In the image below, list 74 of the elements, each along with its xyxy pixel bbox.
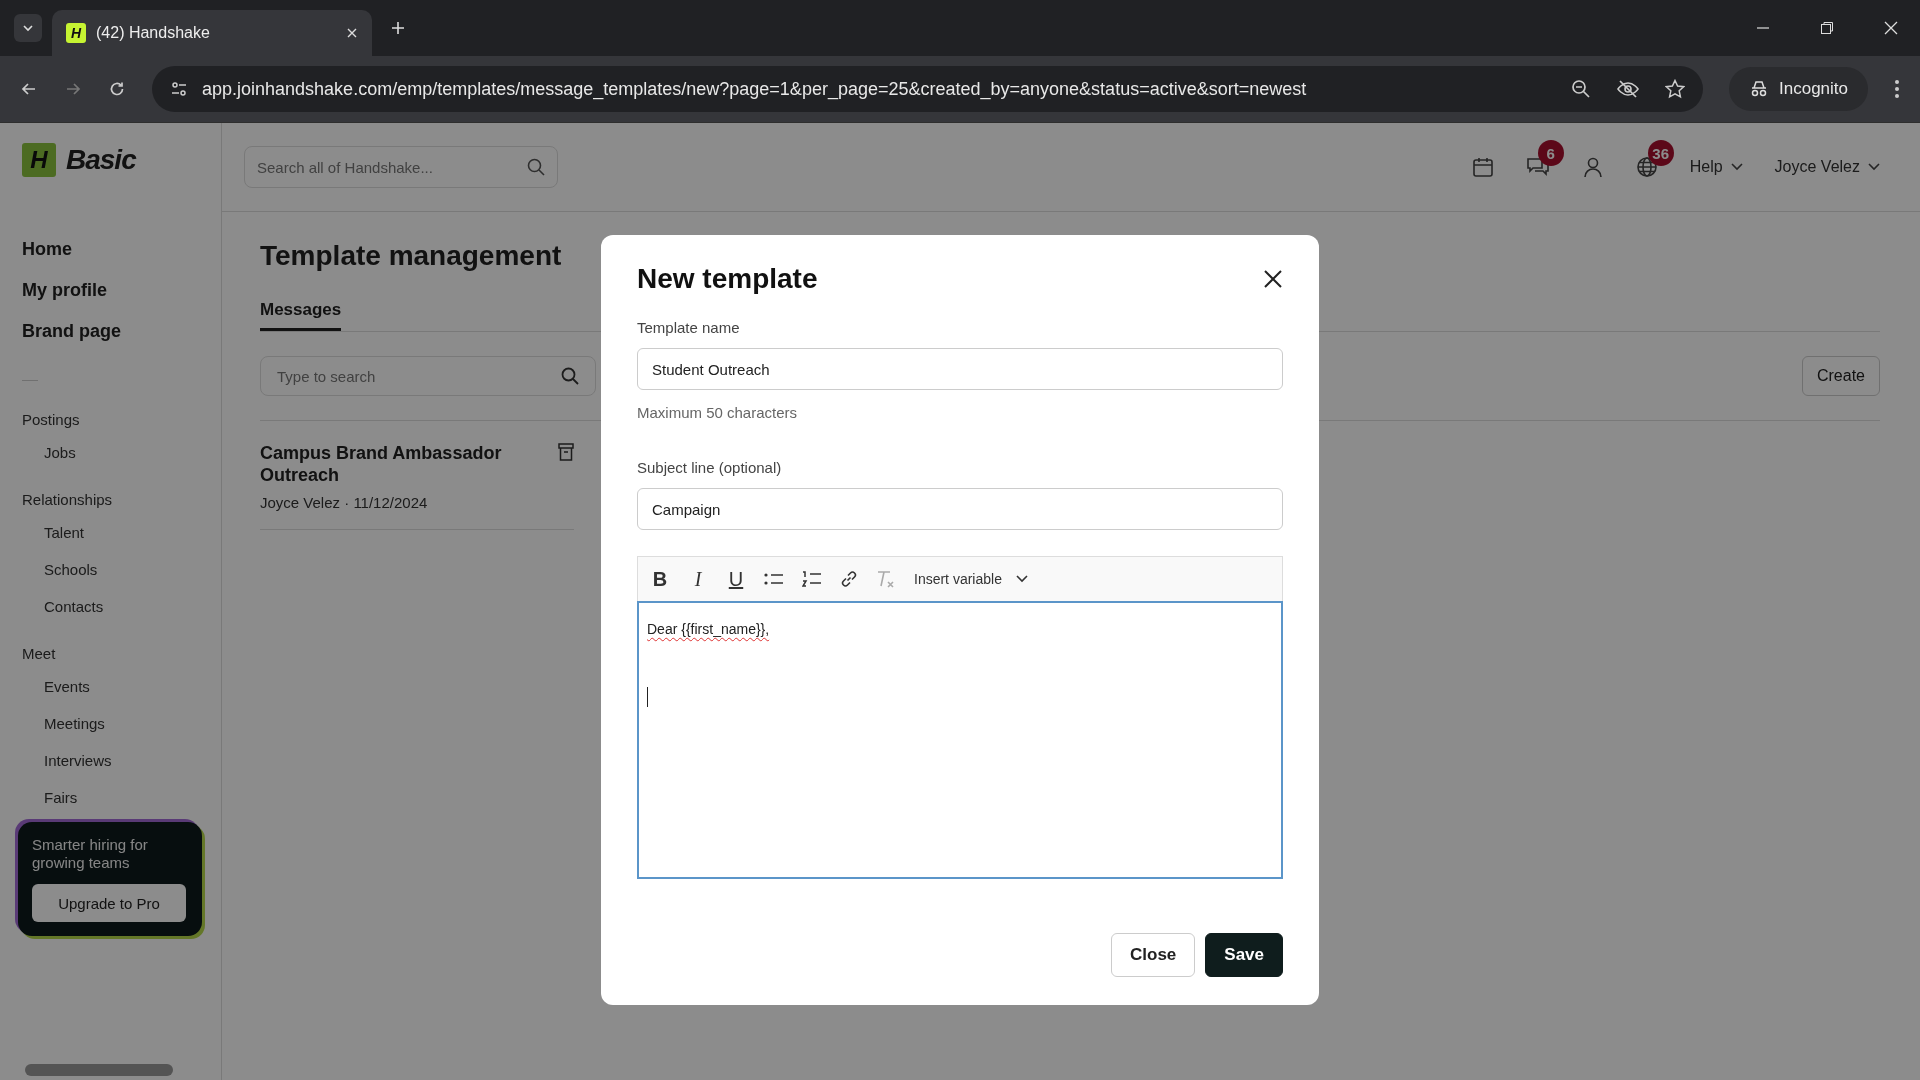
user-menu[interactable]: Joyce Velez: [1774, 158, 1880, 176]
search-field[interactable]: Search all of Handshake...: [244, 146, 558, 188]
tab-title: (42) Handshake: [96, 24, 211, 42]
save-button[interactable]: Save: [1205, 933, 1283, 977]
template-meta: Joyce Velez · 11/12/2024: [260, 494, 429, 512]
link-icon[interactable]: [840, 570, 858, 588]
nav-link[interactable]: Jobs: [44, 444, 221, 461]
nav-link[interactable]: Events: [44, 678, 221, 695]
nav-link[interactable]: Contacts: [44, 598, 221, 615]
nav-link[interactable]: Fairs: [44, 789, 221, 806]
input-field[interactable]: Campaign: [637, 488, 1283, 530]
reload-icon[interactable]: [108, 80, 126, 98]
nav-link[interactable]: Interviews: [44, 752, 221, 769]
italic-button[interactable]: I: [688, 567, 708, 591]
restore-icon[interactable]: [1820, 21, 1834, 35]
template-title[interactable]: Campus Brand Ambassador Outreach: [260, 443, 510, 487]
caret-icon: [1868, 163, 1880, 171]
caret-icon: [1015, 575, 1028, 583]
address-bar[interactable]: app.joinhandshake.com/emp/templates/message_templates/new?page=1&per_page=25&created_by=anyone&status=active&sort=newest: [152, 66, 1703, 112]
notification-badge: 6: [1537, 140, 1564, 166]
nav-link[interactable]: Brand page: [22, 321, 221, 342]
promo-text: Smarter hiring for growing teams: [32, 836, 149, 872]
zoom-icon[interactable]: [1571, 79, 1591, 99]
browser-tab[interactable]: H (42) Handshake: [52, 10, 372, 56]
bold-button[interactable]: B: [650, 567, 670, 591]
incognito-button[interactable]: Incognito: [1729, 67, 1868, 111]
nav-link[interactable]: My profile: [22, 280, 221, 301]
numbered-list-icon[interactable]: [802, 570, 822, 588]
incognito-icon: [1749, 81, 1769, 97]
message-editor[interactable]: Dear {{first_name}},: [637, 601, 1283, 879]
archive-icon[interactable]: [558, 443, 574, 461]
field-hint: Maximum 50 characters: [637, 404, 799, 421]
close-window-icon[interactable]: [1884, 21, 1898, 35]
eye-slash-icon[interactable]: [1617, 79, 1639, 99]
search-icon[interactable]: [527, 158, 545, 176]
nav-link[interactable]: Home: [22, 239, 221, 260]
nav-link[interactable]: Schools: [44, 561, 221, 578]
menu-icon[interactable]: [1894, 79, 1900, 99]
site-settings-icon[interactable]: [170, 80, 188, 98]
search-field[interactable]: Type to search: [260, 356, 596, 396]
plan-name: Basic: [66, 144, 136, 176]
nav-section-title: Meet: [22, 645, 57, 662]
help-menu[interactable]: Help: [1689, 158, 1743, 176]
tab-list-button[interactable]: [14, 14, 42, 42]
caret-icon: [22, 22, 34, 34]
nav-link[interactable]: Meetings: [44, 715, 221, 732]
dialog-title: New template: [637, 263, 818, 295]
field-label: Template name: [637, 319, 741, 336]
create-button[interactable]: Create: [1801, 356, 1880, 396]
bullet-list-icon[interactable]: [764, 571, 784, 587]
nav-section-title: Relationships: [22, 491, 114, 508]
upgrade-button[interactable]: Upgrade to Pro: [32, 884, 186, 922]
horizontal-scrollbar[interactable]: [25, 1064, 173, 1076]
close-icon[interactable]: [1263, 269, 1283, 289]
person-icon[interactable]: [1581, 156, 1604, 178]
site-favicon-icon: H: [66, 23, 86, 43]
nav-section-title: Postings: [22, 411, 81, 428]
close-tab-icon[interactable]: [346, 27, 358, 39]
underline-button[interactable]: U: [726, 567, 746, 591]
new-tab-icon[interactable]: [390, 20, 406, 36]
page-title: Template management: [260, 240, 563, 272]
input-field[interactable]: Student Outreach: [637, 348, 1283, 390]
url-text: app.joinhandshake.com/emp/templates/message_templates/new?page=1&per_page=25&created_by=anyone&status=active&sort=newest: [202, 78, 1307, 100]
bookmark-star-icon[interactable]: [1665, 79, 1685, 99]
logo-icon: H: [22, 143, 56, 177]
search-icon[interactable]: [561, 367, 579, 385]
insert-variable-dropdown[interactable]: Insert variable: [914, 571, 1028, 587]
tab[interactable]: Messages: [260, 300, 342, 331]
caret-icon: [1730, 163, 1743, 171]
nav-link[interactable]: Talent: [44, 524, 221, 541]
close-button[interactable]: Close: [1111, 933, 1196, 977]
notification-badge: 36: [1647, 140, 1674, 166]
calendar-icon[interactable]: [1471, 156, 1494, 178]
field-label: Subject line (optional): [637, 459, 783, 476]
